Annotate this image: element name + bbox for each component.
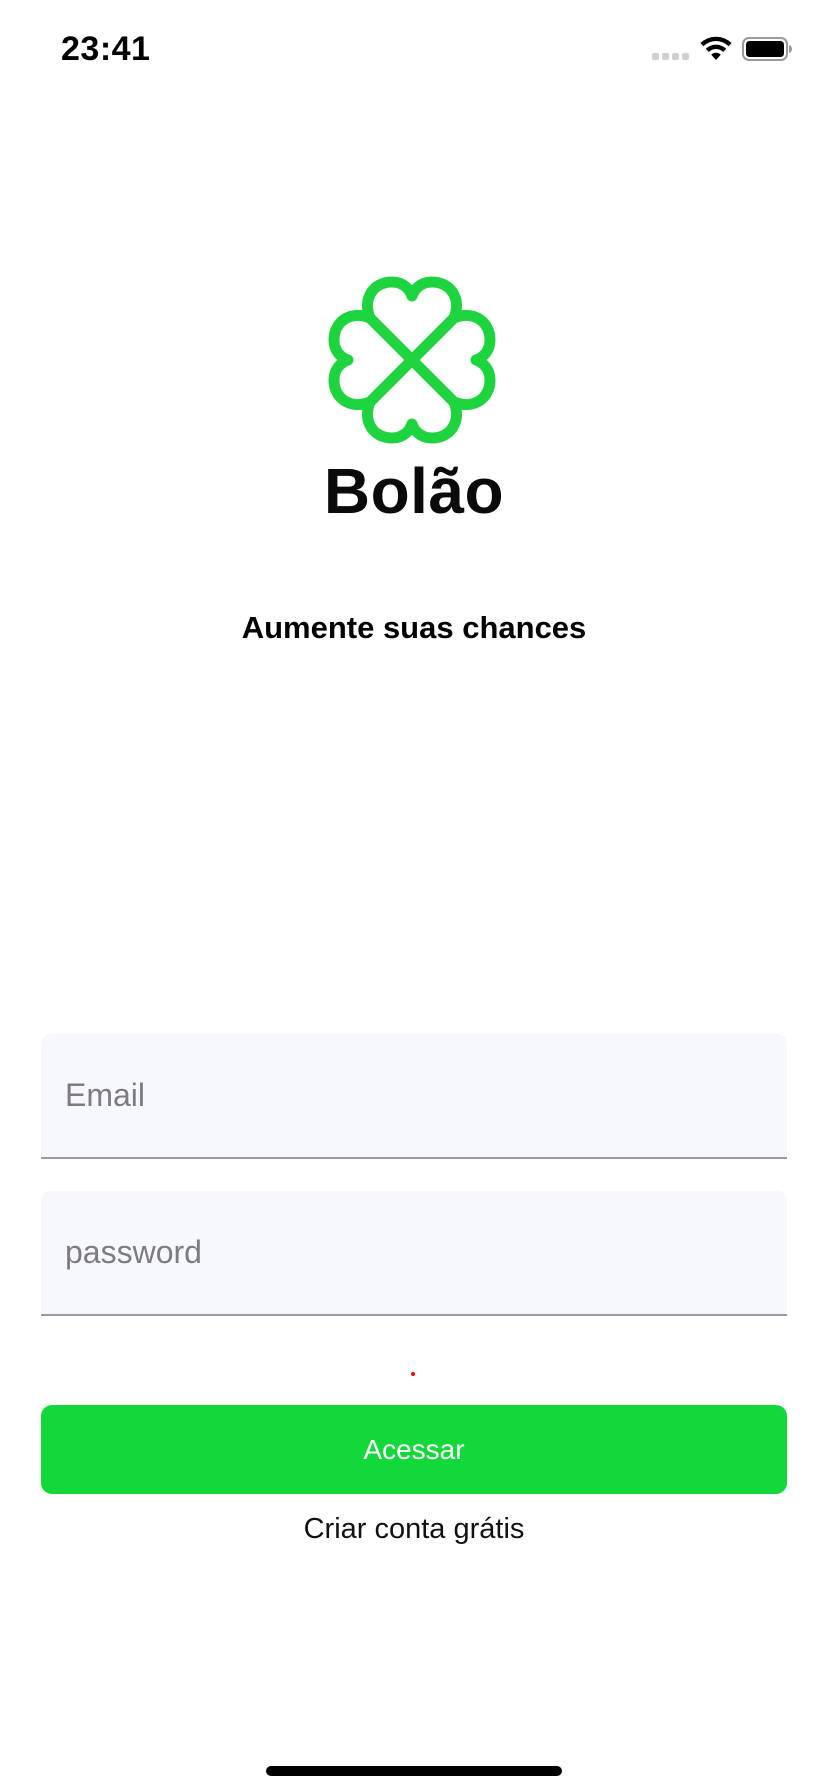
email-field-container — [41, 1034, 787, 1159]
password-field-container — [41, 1191, 787, 1316]
battery-icon — [742, 37, 792, 61]
tagline: Aumente suas chances — [241, 610, 587, 645]
signal-icon — [652, 53, 690, 61]
wifi-icon — [700, 36, 732, 60]
status-bar: 23:41 — [0, 0, 828, 100]
password-input[interactable] — [41, 1191, 787, 1314]
error-message — [411, 1372, 415, 1376]
login-button[interactable]: Acessar — [41, 1405, 787, 1494]
home-indicator[interactable] — [266, 1766, 562, 1776]
clover-icon — [328, 276, 496, 444]
brand-name: Bolão — [323, 455, 505, 527]
create-account-link[interactable]: Criar conta grátis — [0, 1513, 828, 1546]
status-time: 23:41 — [61, 30, 151, 68]
email-input[interactable] — [41, 1034, 787, 1157]
